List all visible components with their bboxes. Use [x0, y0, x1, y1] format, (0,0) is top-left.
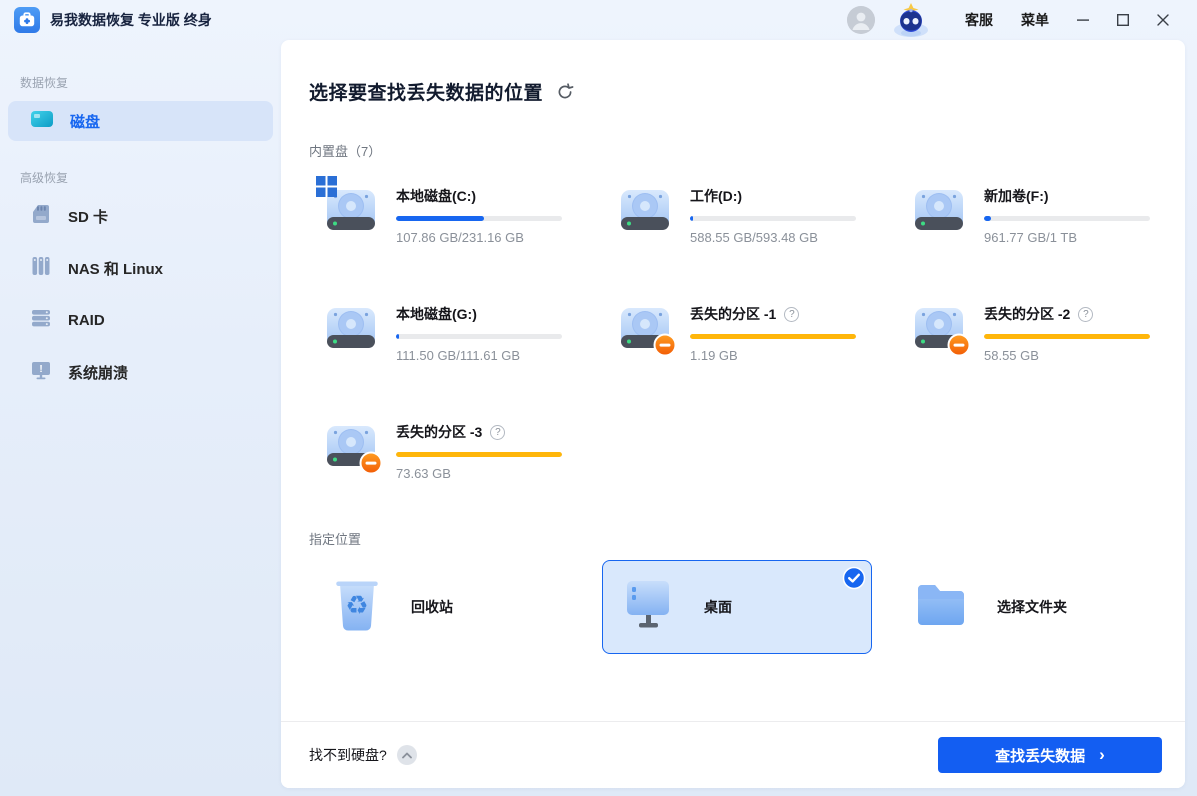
sidebar-item-label: SD 卡 — [68, 206, 108, 227]
close-button[interactable] — [1143, 5, 1183, 35]
location-card-recycle-bin[interactable]: ♻ 回收站 — [311, 560, 581, 654]
internal-drives-grid: 本地磁盘(C:) 107.86 GB/231.16 GB 工作(D:) 588.… — [322, 183, 1161, 481]
app-title: 易我数据恢复 专业版 终身 — [50, 10, 212, 30]
main-panel: 选择要查找丢失数据的位置 内置盘（7） 本地磁盘(C:) 107.86 GB/2… — [281, 40, 1185, 788]
refresh-icon[interactable] — [555, 82, 575, 102]
search-lost-data-button[interactable]: 查找丢失数据 › — [938, 737, 1162, 773]
svg-text:♻: ♻ — [345, 590, 368, 620]
drive-name: 本地磁盘(G:) — [396, 304, 477, 324]
drive-size: 107.86 GB/231.16 GB — [396, 230, 562, 245]
drive-card-d[interactable]: 工作(D:) 588.55 GB/593.48 GB — [616, 183, 886, 245]
capacity-bar — [396, 216, 562, 221]
sidebar-item-label: NAS 和 Linux — [68, 258, 163, 279]
drive-name: 工作(D:) — [690, 186, 742, 206]
page-title: 选择要查找丢失数据的位置 — [309, 78, 543, 105]
drive-size: 588.55 GB/593.48 GB — [690, 230, 856, 245]
app-logo-icon — [14, 7, 40, 33]
desktop-icon — [621, 576, 677, 639]
section-label-advanced-recovery: 高级恢复 — [20, 169, 281, 186]
drive-card-g[interactable]: 本地磁盘(G:) 111.50 GB/111.61 GB — [322, 301, 592, 363]
recycle-bin-icon: ♻ — [330, 576, 384, 639]
drive-size: 58.55 GB — [984, 348, 1150, 363]
capacity-bar — [690, 334, 856, 339]
drive-name: 丢失的分区 -3 — [396, 422, 482, 442]
location-card-choose-folder[interactable]: 选择文件夹 — [893, 560, 1163, 654]
help-icon[interactable]: ? — [490, 425, 505, 440]
specified-location-grid: ♻ 回收站 桌面 — [311, 560, 1161, 654]
drive-card-c[interactable]: 本地磁盘(C:) 107.86 GB/231.16 GB — [322, 183, 592, 245]
svg-text:!: ! — [39, 364, 42, 375]
cant-find-disk-hint: 找不到硬盘? — [309, 745, 387, 765]
assistant-robot-icon[interactable] — [889, 2, 933, 38]
search-lost-data-label: 查找丢失数据 — [995, 745, 1085, 766]
minimize-button[interactable] — [1063, 5, 1103, 35]
sidebar-item-raid[interactable]: RAID — [8, 300, 273, 340]
chevron-up-icon[interactable] — [397, 745, 417, 765]
customer-service-link[interactable]: 客服 — [951, 4, 1007, 36]
nas-icon — [30, 255, 52, 282]
sidebar-item-disk[interactable]: 磁盘 — [8, 101, 273, 141]
location-label: 选择文件夹 — [997, 597, 1067, 617]
drive-card-lost-1[interactable]: 丢失的分区 -1 ? 1.19 GB — [616, 301, 886, 363]
drive-name: 丢失的分区 -2 — [984, 304, 1070, 324]
drive-name: 新加卷(F:) — [984, 186, 1049, 206]
section-label-data-recovery: 数据恢复 — [20, 74, 281, 91]
drive-card-f[interactable]: 新加卷(F:) 961.77 GB/1 TB — [910, 183, 1180, 245]
user-avatar[interactable] — [847, 6, 875, 34]
windows-badge-icon — [316, 176, 337, 197]
arrow-right-icon: › — [1099, 746, 1105, 763]
folder-icon — [912, 579, 970, 636]
lost-partition-badge-icon — [947, 333, 971, 357]
footer-bar: 找不到硬盘? 查找丢失数据 › — [281, 721, 1185, 788]
sidebar-item-label: 系统崩溃 — [68, 362, 128, 383]
capacity-bar — [690, 216, 856, 221]
drive-size: 1.19 GB — [690, 348, 856, 363]
drive-size: 111.50 GB/111.61 GB — [396, 348, 562, 363]
check-badge-icon — [842, 566, 866, 590]
drive-size: 961.77 GB/1 TB — [984, 230, 1150, 245]
sidebar-item-system-crash[interactable]: ! 系统崩溃 — [8, 352, 273, 392]
capacity-bar — [984, 334, 1150, 339]
system-crash-icon: ! — [30, 359, 52, 386]
location-card-desktop[interactable]: 桌面 — [602, 560, 872, 654]
capacity-bar — [984, 216, 1150, 221]
sidebar-item-label: RAID — [68, 312, 105, 329]
drive-card-lost-2[interactable]: 丢失的分区 -2 ? 58.55 GB — [910, 301, 1180, 363]
hard-drive-icon — [910, 183, 968, 237]
internal-drives-label: 内置盘（7） — [309, 141, 1161, 160]
hard-drive-icon — [616, 183, 674, 237]
specified-location-label: 指定位置 — [309, 529, 1161, 548]
titlebar: 易我数据恢复 专业版 终身 客服 菜单 — [0, 0, 1197, 40]
raid-icon — [30, 307, 52, 334]
sidebar-item-sd-card[interactable]: SD 卡 — [8, 196, 273, 236]
capacity-bar — [396, 334, 562, 339]
disk-icon — [30, 109, 54, 134]
sd-card-icon — [30, 203, 52, 230]
drive-name: 本地磁盘(C:) — [396, 186, 476, 206]
help-icon[interactable]: ? — [784, 307, 799, 322]
drive-size: 73.63 GB — [396, 466, 562, 481]
lost-partition-badge-icon — [653, 333, 677, 357]
sidebar-item-nas-linux[interactable]: NAS 和 Linux — [8, 248, 273, 288]
location-label: 桌面 — [704, 597, 732, 617]
maximize-button[interactable] — [1103, 5, 1143, 35]
hard-drive-icon — [322, 301, 380, 355]
lost-partition-badge-icon — [359, 451, 383, 475]
location-label: 回收站 — [411, 597, 453, 617]
sidebar: 数据恢复 磁盘 高级恢复 SD 卡 — [0, 40, 281, 796]
menu-link[interactable]: 菜单 — [1007, 4, 1063, 36]
drive-card-lost-3[interactable]: 丢失的分区 -3 ? 73.63 GB — [322, 419, 592, 481]
drive-name: 丢失的分区 -1 — [690, 304, 776, 324]
help-icon[interactable]: ? — [1078, 307, 1093, 322]
capacity-bar — [396, 452, 562, 457]
sidebar-item-label: 磁盘 — [70, 111, 100, 132]
